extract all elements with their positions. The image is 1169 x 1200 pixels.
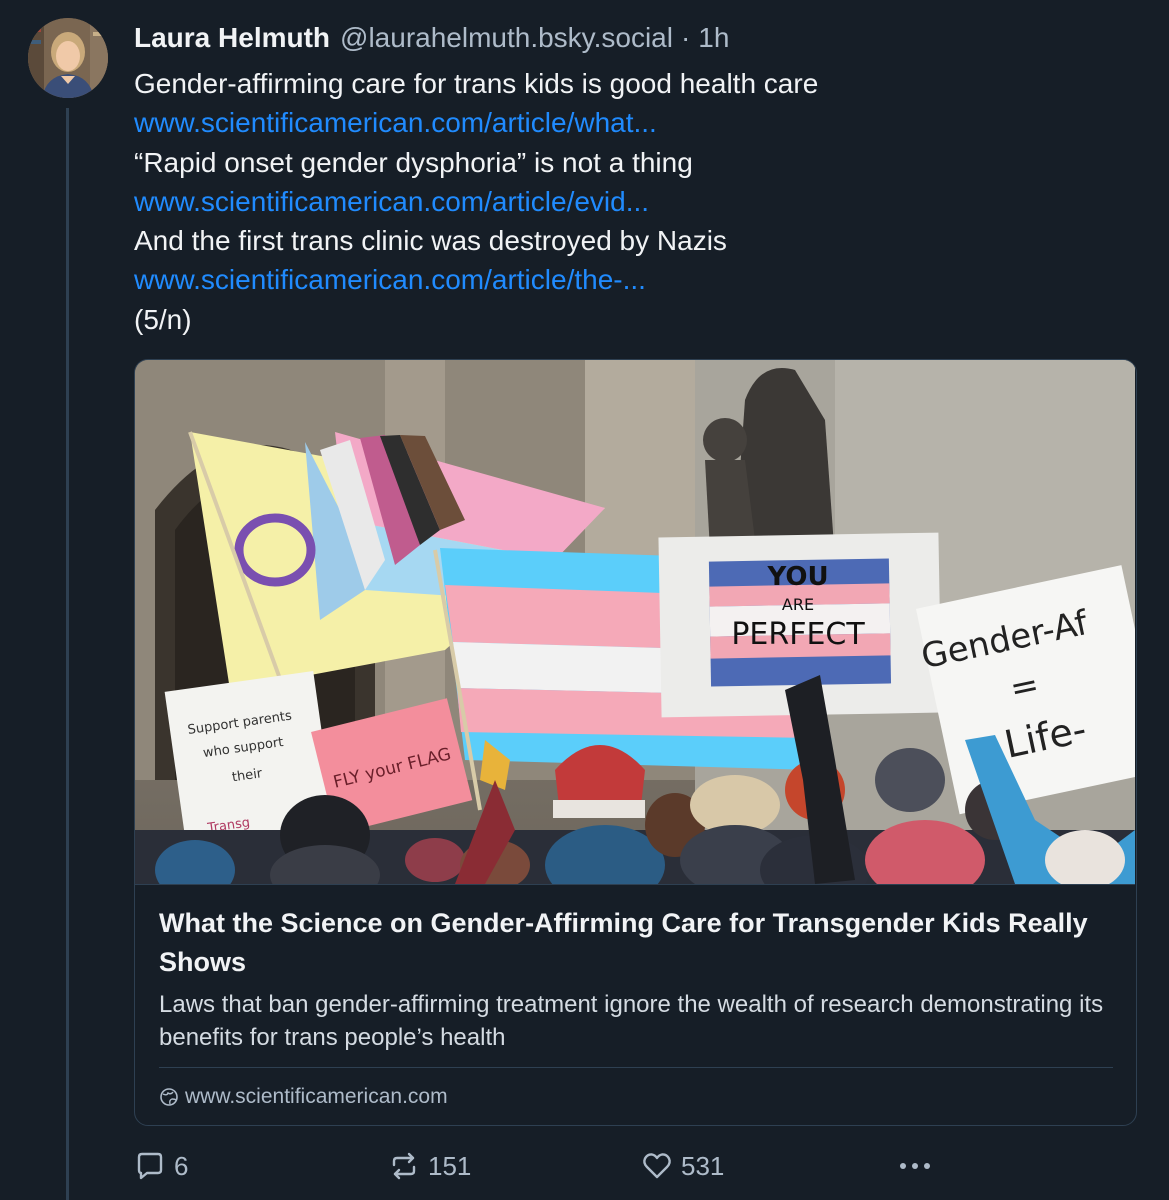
link-card-image: YOU ARE PERFECT Support parents who supp… [135, 360, 1135, 885]
reply-button[interactable]: 6 [134, 1146, 188, 1186]
ellipsis-icon [900, 1163, 930, 1169]
link-card-domain: www.scientificamerican.com [159, 1082, 448, 1112]
post-link[interactable]: www.scientificamerican.com/article/what.… [134, 103, 1134, 142]
post-text-line: (5/n) [134, 303, 192, 335]
post-header: Laura Helmuth @laurahelmuth.bsky.social … [134, 18, 729, 58]
heart-icon [643, 1153, 671, 1179]
more-options-button[interactable] [896, 1146, 942, 1186]
reply-icon [137, 1152, 163, 1180]
post-container: Laura Helmuth @laurahelmuth.bsky.social … [0, 0, 1169, 1200]
author-display-name[interactable]: Laura Helmuth [134, 18, 330, 58]
link-card-description: Laws that ban gender-affirming treatment… [159, 991, 1104, 1051]
like-button[interactable]: 531 [641, 1146, 724, 1186]
header-separator: · [680, 22, 691, 53]
post-actions: 6 151 531 [134, 1146, 1134, 1186]
sign-text: ARE [782, 595, 814, 614]
thread-line [66, 108, 69, 1200]
post-text-line: “Rapid onset gender dysphoria” is not a … [134, 146, 693, 178]
link-card-title: What the Science on Gender-Affirming Car… [159, 908, 1088, 977]
post-link[interactable]: www.scientificamerican.com/article/evid.… [134, 182, 1134, 221]
post-text-line: And the first trans clinic was destroyed… [134, 225, 727, 257]
avatar-image [28, 18, 108, 98]
like-count: 531 [681, 1150, 725, 1181]
post-text: Gender-affirming care for trans kids is … [134, 64, 1134, 339]
avatar[interactable] [28, 18, 108, 98]
link-card[interactable]: YOU ARE PERFECT Support parents who supp… [134, 359, 1137, 1126]
reply-count: 6 [174, 1150, 189, 1181]
link-card-divider [159, 1067, 1113, 1068]
post-text-line: Gender-affirming care for trans kids is … [134, 68, 819, 99]
sign-text: YOU [766, 562, 828, 592]
sign-text: PERFECT [731, 617, 865, 652]
repost-icon [392, 1152, 416, 1180]
globe-icon [159, 1087, 179, 1107]
post-link[interactable]: www.scientificamerican.com/article/the-.… [134, 260, 1134, 299]
repost-button[interactable]: 151 [388, 1146, 471, 1186]
post-timestamp[interactable]: 1h [698, 18, 729, 58]
repost-count: 151 [428, 1150, 472, 1181]
rally-photo: YOU ARE PERFECT Support parents who supp… [135, 360, 1135, 884]
link-card-domain-text: www.scientificamerican.com [185, 1085, 448, 1108]
author-handle[interactable]: @laurahelmuth.bsky.social [340, 18, 673, 58]
